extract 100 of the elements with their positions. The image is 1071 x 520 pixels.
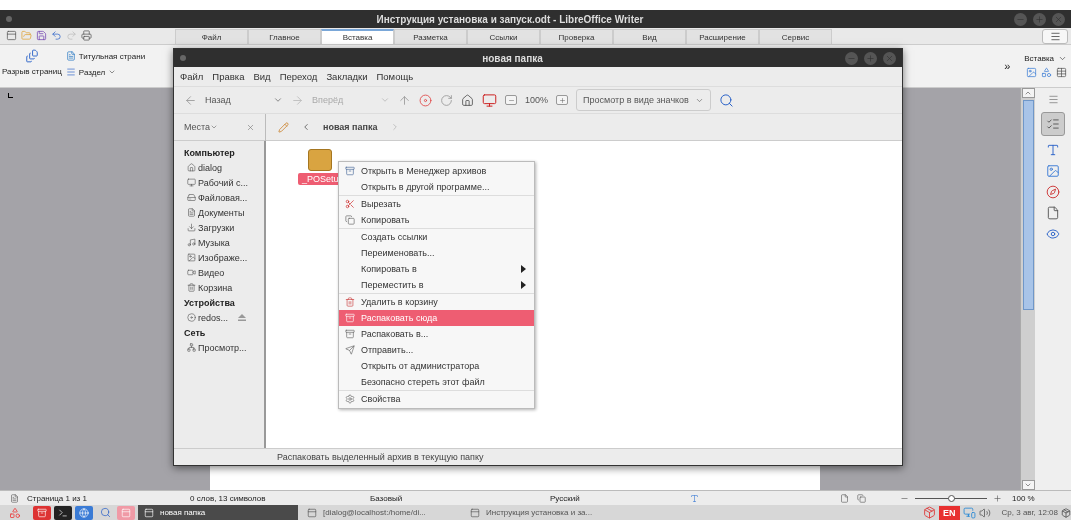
redo-icon[interactable] xyxy=(66,30,77,41)
back-button[interactable]: Назад xyxy=(205,95,265,105)
panel-dropdown[interactable]: Вставка xyxy=(1024,54,1067,63)
zoom-out-button[interactable] xyxy=(505,95,517,105)
folder-icon[interactable] xyxy=(21,30,32,41)
styles-icon[interactable] xyxy=(1046,143,1060,157)
browser-icon[interactable] xyxy=(79,507,89,518)
multi-page-icon[interactable] xyxy=(857,493,866,503)
eject-icon[interactable] xyxy=(238,314,246,321)
ribbon-tab[interactable]: Сервис xyxy=(759,29,832,44)
maximize-button[interactable] xyxy=(864,51,877,65)
taskbar-task[interactable]: новая папка xyxy=(138,505,298,520)
cube-icon[interactable] xyxy=(1061,507,1071,518)
save-icon[interactable] xyxy=(36,30,47,41)
menu-item[interactable]: Отправить... xyxy=(339,342,534,358)
home-icon[interactable] xyxy=(461,93,474,107)
taskbar-task[interactable]: [dialog@localhost:/home/di... xyxy=(301,505,461,520)
ribbon-tab[interactable]: Разметка xyxy=(394,29,467,44)
forward-arrow-icon[interactable] xyxy=(291,93,304,107)
image-icon[interactable] xyxy=(1026,67,1037,78)
menu-button[interactable] xyxy=(1042,28,1068,44)
view-mode-dropdown[interactable]: Просмотр в виде значков xyxy=(576,89,711,111)
sidebar-item[interactable]: Файловая... xyxy=(184,190,264,205)
menu-item[interactable]: Вырезать xyxy=(339,196,534,212)
inspector-icon[interactable] xyxy=(1046,227,1060,241)
menu-item[interactable]: Распаковать в... xyxy=(339,326,534,342)
menu-item[interactable]: Удалить в корзину xyxy=(339,294,534,310)
start-menu-icon[interactable] xyxy=(9,506,21,519)
search-icon[interactable] xyxy=(718,92,734,108)
print-icon[interactable] xyxy=(81,30,92,41)
ribbon-tab[interactable]: Вставка xyxy=(321,29,394,44)
close-button[interactable] xyxy=(883,51,896,65)
table-icon[interactable] xyxy=(1056,67,1067,78)
menu-item[interactable]: Безопасно стереть этот файл xyxy=(339,374,534,390)
sidebar-item[interactable]: Загрузки xyxy=(184,220,264,235)
close-button[interactable] xyxy=(1052,12,1065,26)
terminal-icon[interactable] xyxy=(58,507,68,518)
menu-item[interactable]: Открыть от администратора xyxy=(339,358,534,374)
new-document-icon[interactable] xyxy=(6,30,17,41)
ribbon-tab[interactable]: Файл xyxy=(175,29,248,44)
page-icon[interactable] xyxy=(1046,206,1060,220)
gallery-icon[interactable] xyxy=(1046,164,1060,178)
menu-item[interactable]: Свойства xyxy=(339,391,534,407)
taskbar-task[interactable]: Инструкция установка и за... xyxy=(464,505,624,520)
sidebar-item[interactable]: Просмотр... xyxy=(184,340,264,355)
pencil-icon[interactable] xyxy=(278,121,289,133)
sidebar-item[interactable]: dialog xyxy=(184,160,264,175)
sidebar-item[interactable]: redos... xyxy=(184,310,264,325)
menu-item[interactable]: Переместить в xyxy=(339,277,534,293)
single-page-icon[interactable] xyxy=(840,493,849,503)
window-menu-icon[interactable] xyxy=(6,16,12,22)
ribbon-tab[interactable]: Ссылки xyxy=(467,29,540,44)
window-icon[interactable] xyxy=(121,507,131,518)
menu-item[interactable]: Файл xyxy=(180,71,204,82)
title-page-button[interactable]: Титульная страни xyxy=(65,51,146,61)
zoom-in-icon[interactable] xyxy=(993,493,1002,503)
shapes-icon[interactable] xyxy=(1041,67,1052,78)
screens-icon[interactable] xyxy=(962,506,976,519)
minimize-button[interactable] xyxy=(1014,12,1027,26)
section-button[interactable]: Раздел xyxy=(65,67,146,77)
volume-icon[interactable] xyxy=(978,506,991,519)
ribbon-tab[interactable]: Вид xyxy=(613,29,686,44)
navigator-icon[interactable] xyxy=(1046,185,1060,199)
menu-item[interactable]: Переименовать... xyxy=(339,245,534,261)
back-arrow-icon[interactable] xyxy=(184,93,197,107)
menu-item[interactable]: Закладки xyxy=(326,71,368,82)
sidebar-item[interactable]: Изображе... xyxy=(184,250,264,265)
language-indicator[interactable]: EN xyxy=(939,505,960,520)
properties-deck-button[interactable] xyxy=(1041,112,1065,136)
sidebar-item[interactable]: Корзина xyxy=(184,280,264,295)
sidebar-item[interactable]: Видео xyxy=(184,265,264,280)
ribbon-tab[interactable]: Проверка xyxy=(540,29,613,44)
menu-item[interactable]: Помощь xyxy=(376,71,414,82)
reload-icon[interactable] xyxy=(440,93,453,107)
ribbon-tab[interactable]: Расширение xyxy=(686,29,759,44)
undo-icon[interactable] xyxy=(51,30,62,41)
package-icon[interactable] xyxy=(923,506,937,519)
menu-item[interactable]: Вид xyxy=(253,71,271,82)
window-menu-icon[interactable] xyxy=(180,55,186,61)
sidebar-item[interactable]: Музыка xyxy=(184,235,264,250)
archive-file-icon[interactable] xyxy=(308,149,333,171)
more-button[interactable]: » xyxy=(1004,60,1011,72)
menu-item[interactable]: Переход xyxy=(279,71,318,82)
computer-icon[interactable] xyxy=(482,92,497,108)
close-icon[interactable] xyxy=(246,122,255,132)
ribbon-tab[interactable]: Главное xyxy=(248,29,321,44)
zoom-in-button[interactable] xyxy=(556,95,569,105)
places-dropdown[interactable]: Места xyxy=(184,122,219,132)
maximize-button[interactable] xyxy=(1033,12,1046,26)
page-break-button[interactable]: Разрыв страниц xyxy=(2,49,62,83)
scrollbar[interactable] xyxy=(1020,88,1035,490)
minimize-button[interactable] xyxy=(845,51,858,65)
search-icon[interactable] xyxy=(99,507,111,518)
menu-item[interactable]: Создать ссылки xyxy=(339,229,534,245)
menu-item[interactable]: Копировать xyxy=(339,212,534,228)
caret-icon[interactable] xyxy=(273,95,283,105)
menu-item[interactable]: Правка xyxy=(212,71,245,82)
menu-icon[interactable] xyxy=(1047,94,1059,105)
path-button[interactable]: новая папка xyxy=(323,122,378,132)
sidebar-item[interactable]: Рабочий с... xyxy=(184,175,264,190)
